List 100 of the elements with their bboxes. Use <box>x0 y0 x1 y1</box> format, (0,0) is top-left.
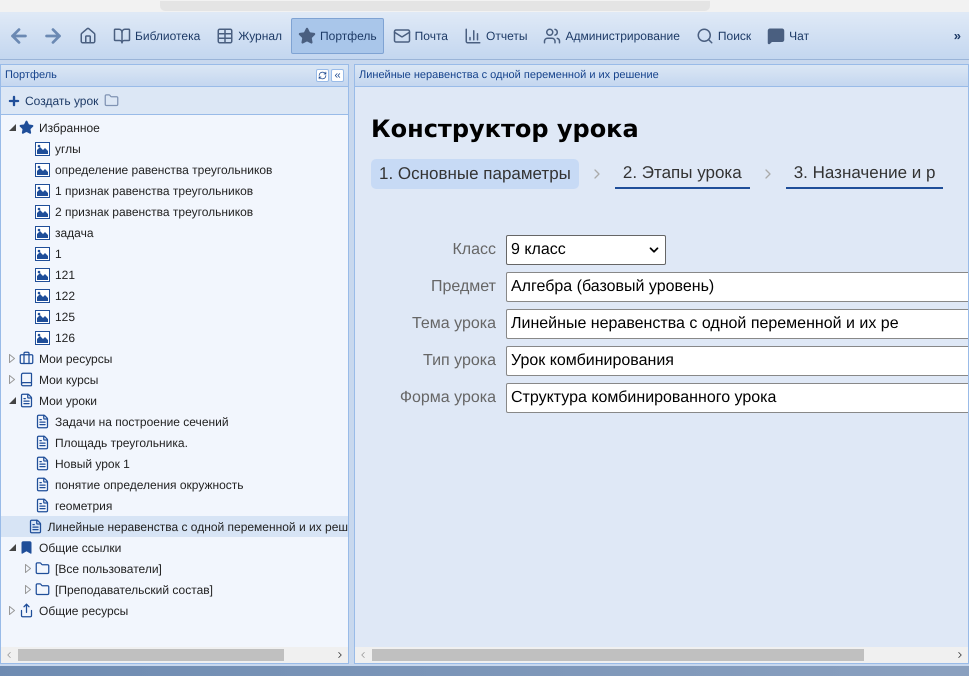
text-field[interactable]: Структура комбинированного урока <box>506 383 968 413</box>
collapsed-triangle-icon[interactable] <box>9 606 15 615</box>
tree-item[interactable]: 121 <box>1 264 348 285</box>
tree-item[interactable]: задача <box>1 222 348 243</box>
image-icon <box>35 288 50 302</box>
toolbar-button[interactable]: Журнал <box>209 18 290 54</box>
tree-item[interactable]: 1 <box>1 243 348 264</box>
image-icon <box>35 204 50 218</box>
tree-label: углы <box>55 140 81 158</box>
tree-label: Избранное <box>39 120 100 136</box>
tree-item[interactable]: 126 <box>1 327 348 348</box>
toolbar-button[interactable]: Почта <box>386 18 455 54</box>
tree-item[interactable]: [Все пользователи] <box>1 558 348 579</box>
collapsed-triangle-icon[interactable] <box>9 375 15 384</box>
tree-item[interactable]: геометрия <box>1 495 348 516</box>
image-icon <box>35 184 50 198</box>
users-icon <box>543 26 562 44</box>
image-icon <box>35 246 50 260</box>
document-icon <box>35 498 50 513</box>
tree-label: Линейные неравенства с одной переменной и их реш <box>48 518 348 536</box>
image-icon <box>35 142 50 156</box>
horizontal-scrollbar[interactable] <box>1 647 348 663</box>
tree-label: Новый урок 1 <box>55 456 130 472</box>
tree-item[interactable]: Задачи на построение сечений <box>1 411 348 432</box>
document-icon <box>19 393 34 408</box>
tree-item[interactable]: Мои ресурсы <box>1 348 348 369</box>
toolbar-button[interactable]: Администрирование <box>536 18 687 54</box>
tree-label: Мои уроки <box>39 392 98 410</box>
folder-icon <box>35 561 50 576</box>
star-icon <box>19 120 34 135</box>
collapse-icon[interactable] <box>331 69 344 82</box>
book-icon <box>19 372 34 387</box>
tree-item[interactable]: Мои уроки <box>1 390 348 411</box>
tree-item[interactable]: Избранное <box>1 117 348 138</box>
toolbar-button[interactable]: Библиотека <box>106 18 208 54</box>
tree-label: Общие ссылки <box>39 540 122 556</box>
text-field[interactable]: Урок комбинирования <box>506 346 968 376</box>
tree-label: 125 <box>55 308 76 326</box>
document-icon <box>35 435 50 450</box>
panel-title: Линейные неравенства с одной переменной и их решение <box>359 68 659 84</box>
share-icon <box>19 603 34 618</box>
collapsed-triangle-icon[interactable] <box>9 354 15 363</box>
tree-item[interactable]: 122 <box>1 285 348 306</box>
toolbar-button[interactable]: Отчеты <box>456 18 534 54</box>
field-label: Класс <box>451 240 496 260</box>
class-select[interactable]: 9 класс <box>506 235 666 265</box>
tree-item[interactable]: Площадь треугольника. <box>1 432 348 453</box>
search-icon <box>696 26 714 44</box>
expanded-triangle-icon[interactable] <box>8 544 16 551</box>
plus-icon <box>7 94 21 108</box>
collapsed-triangle-icon[interactable] <box>25 564 31 573</box>
tree-label: Мои курсы <box>39 372 98 388</box>
toolbar-button[interactable]: Чат <box>760 18 816 54</box>
tree-item[interactable]: Новый урок 1 <box>1 453 348 474</box>
folder-icon[interactable] <box>104 93 120 108</box>
envelope-icon <box>392 26 411 44</box>
collapsed-triangle-icon[interactable] <box>25 585 31 594</box>
tree-label: 121 <box>55 266 76 284</box>
tree-item[interactable]: Общие ссылки <box>1 537 348 558</box>
expanded-triangle-icon[interactable] <box>8 124 16 131</box>
tree-label: Площадь треугольника. <box>55 434 188 452</box>
field-label: Форма урока <box>398 388 496 408</box>
tree-label: геометрия <box>55 498 112 514</box>
tree-item[interactable]: 125 <box>1 306 348 327</box>
folder-icon <box>35 582 50 597</box>
field-label: Тема урока <box>411 314 496 334</box>
home-icon <box>79 26 97 44</box>
tree-label: [Преподавательский состав] <box>55 582 213 598</box>
step-tab[interactable]: 2. Этапы урока <box>614 159 750 189</box>
step-tab[interactable]: 3. Назначение и р <box>786 159 944 189</box>
toolbar-button[interactable]: Портфель <box>291 18 384 54</box>
tree-item[interactable]: [Преподавательский состав] <box>1 579 348 600</box>
refresh-icon[interactable] <box>316 69 329 82</box>
field-label: Предмет <box>430 277 496 297</box>
tree-item[interactable]: 1 признак равенства треугольников <box>1 180 348 201</box>
tree-item[interactable]: понятие определения окружность <box>1 474 348 495</box>
tree-label: 2 признак равенства треугольников <box>55 204 254 220</box>
tree-item[interactable]: Линейные неравенства с одной переменной и их реш <box>1 516 348 537</box>
tree-item[interactable]: определение равенства треугольников <box>1 159 348 180</box>
star-icon <box>298 26 316 44</box>
document-icon <box>35 477 50 492</box>
tree-label: Мои ресурсы <box>39 350 112 368</box>
toolbar-button[interactable]: Поиск <box>688 18 758 54</box>
tree-label: 1 признак равенства треугольников <box>55 182 254 200</box>
tree-item[interactable]: 2 признак равенства треугольников <box>1 201 348 222</box>
horizontal-scrollbar[interactable] <box>355 647 968 663</box>
expanded-triangle-icon[interactable] <box>8 397 16 404</box>
tree-item[interactable]: Мои курсы <box>1 369 348 390</box>
text-field[interactable]: Алгебра (базовый уровень) <box>506 272 968 302</box>
text-field[interactable]: Линейные неравенства с одной переменной и их ре <box>506 309 968 339</box>
panel-title: Портфель <box>5 68 58 84</box>
tree-item[interactable]: Общие ресурсы <box>1 600 348 621</box>
tree-label: задача <box>55 224 94 242</box>
image-icon <box>35 162 50 176</box>
tree-item[interactable]: углы <box>1 138 348 159</box>
create-lesson-button[interactable]: Создать урок <box>7 92 98 110</box>
page-heading: Конструктор урока <box>371 114 640 145</box>
more-button[interactable]: » <box>950 26 965 46</box>
document-icon <box>35 414 50 429</box>
step-tab[interactable]: 1. Основные параметры <box>371 159 579 189</box>
